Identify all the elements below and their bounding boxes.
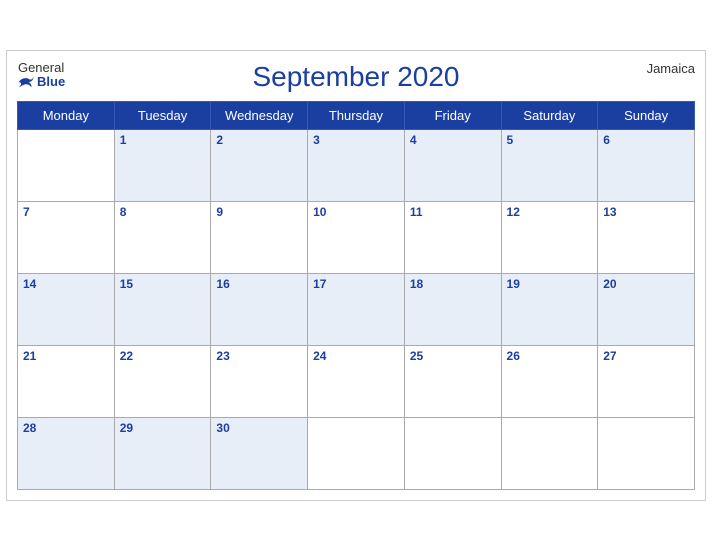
calendar-day-cell: 19	[501, 273, 598, 345]
calendar-week-row: 7 8 9 10 11 12 13	[18, 201, 695, 273]
day-number: 12	[507, 205, 520, 219]
calendar-day-cell: 30	[211, 417, 308, 489]
day-number: 3	[313, 133, 320, 147]
header-monday: Monday	[18, 101, 115, 129]
day-number: 25	[410, 349, 423, 363]
header-saturday: Saturday	[501, 101, 598, 129]
day-number: 30	[216, 421, 229, 435]
logo-bird-icon	[17, 75, 35, 89]
header-thursday: Thursday	[308, 101, 405, 129]
day-number: 13	[603, 205, 616, 219]
day-number: 23	[216, 349, 229, 363]
weekday-header-row: Monday Tuesday Wednesday Thursday Friday…	[18, 101, 695, 129]
day-number: 21	[23, 349, 36, 363]
calendar-day-cell: 22	[114, 345, 211, 417]
calendar-day-cell: 4	[404, 129, 501, 201]
day-number: 8	[120, 205, 127, 219]
calendar-day-cell: 9	[211, 201, 308, 273]
calendar-day-cell: 6	[598, 129, 695, 201]
calendar-day-cell: 5	[501, 129, 598, 201]
calendar-title: September 2020	[252, 61, 459, 93]
day-number: 16	[216, 277, 229, 291]
header-wednesday: Wednesday	[211, 101, 308, 129]
country-label: Jamaica	[647, 61, 695, 76]
calendar-week-row: 14 15 16 17 18 19 20	[18, 273, 695, 345]
day-number: 7	[23, 205, 30, 219]
header-sunday: Sunday	[598, 101, 695, 129]
day-number: 6	[603, 133, 610, 147]
calendar-day-cell: 24	[308, 345, 405, 417]
calendar-day-cell: 15	[114, 273, 211, 345]
header-friday: Friday	[404, 101, 501, 129]
calendar-day-cell: 2	[211, 129, 308, 201]
calendar-day-cell: 29	[114, 417, 211, 489]
calendar-day-cell: 14	[18, 273, 115, 345]
day-number: 27	[603, 349, 616, 363]
calendar-day-cell: 21	[18, 345, 115, 417]
day-number: 20	[603, 277, 616, 291]
day-number: 4	[410, 133, 417, 147]
calendar-week-row: 1 2 3 4 5 6	[18, 129, 695, 201]
calendar-day-cell: 23	[211, 345, 308, 417]
day-number: 18	[410, 277, 423, 291]
calendar-day-cell: 26	[501, 345, 598, 417]
day-number: 24	[313, 349, 326, 363]
calendar-day-cell: 10	[308, 201, 405, 273]
calendar-day-cell: 25	[404, 345, 501, 417]
calendar-day-cell	[598, 417, 695, 489]
calendar-day-cell	[18, 129, 115, 201]
calendar-day-cell: 1	[114, 129, 211, 201]
logo: General Blue	[17, 61, 65, 90]
day-number: 22	[120, 349, 133, 363]
calendar-week-row: 28 29 30	[18, 417, 695, 489]
calendar-day-cell: 27	[598, 345, 695, 417]
calendar-day-cell: 13	[598, 201, 695, 273]
day-number: 29	[120, 421, 133, 435]
day-number: 17	[313, 277, 326, 291]
day-number: 14	[23, 277, 36, 291]
calendar-day-cell	[501, 417, 598, 489]
calendar-day-cell	[404, 417, 501, 489]
calendar-day-cell: 3	[308, 129, 405, 201]
day-number: 26	[507, 349, 520, 363]
calendar-day-cell: 20	[598, 273, 695, 345]
logo-general-text: General	[18, 61, 64, 75]
day-number: 1	[120, 133, 127, 147]
calendar-day-cell: 12	[501, 201, 598, 273]
calendar-day-cell: 7	[18, 201, 115, 273]
calendar-day-cell: 8	[114, 201, 211, 273]
day-number: 28	[23, 421, 36, 435]
calendar-day-cell: 28	[18, 417, 115, 489]
calendar-day-cell: 18	[404, 273, 501, 345]
calendar-day-cell: 16	[211, 273, 308, 345]
day-number: 11	[410, 205, 423, 219]
day-number: 19	[507, 277, 520, 291]
day-number: 10	[313, 205, 326, 219]
calendar-grid: Monday Tuesday Wednesday Thursday Friday…	[17, 101, 695, 490]
day-number: 15	[120, 277, 133, 291]
day-number: 2	[216, 133, 223, 147]
calendar-header: General Blue September 2020 Jamaica	[17, 61, 695, 93]
calendar-container: General Blue September 2020 Jamaica Mond…	[6, 50, 706, 501]
day-number: 9	[216, 205, 223, 219]
calendar-day-cell	[308, 417, 405, 489]
calendar-day-cell: 11	[404, 201, 501, 273]
calendar-day-cell: 17	[308, 273, 405, 345]
header-tuesday: Tuesday	[114, 101, 211, 129]
calendar-week-row: 21 22 23 24 25 26 27	[18, 345, 695, 417]
day-number: 5	[507, 133, 514, 147]
logo-blue-text: Blue	[17, 75, 65, 89]
